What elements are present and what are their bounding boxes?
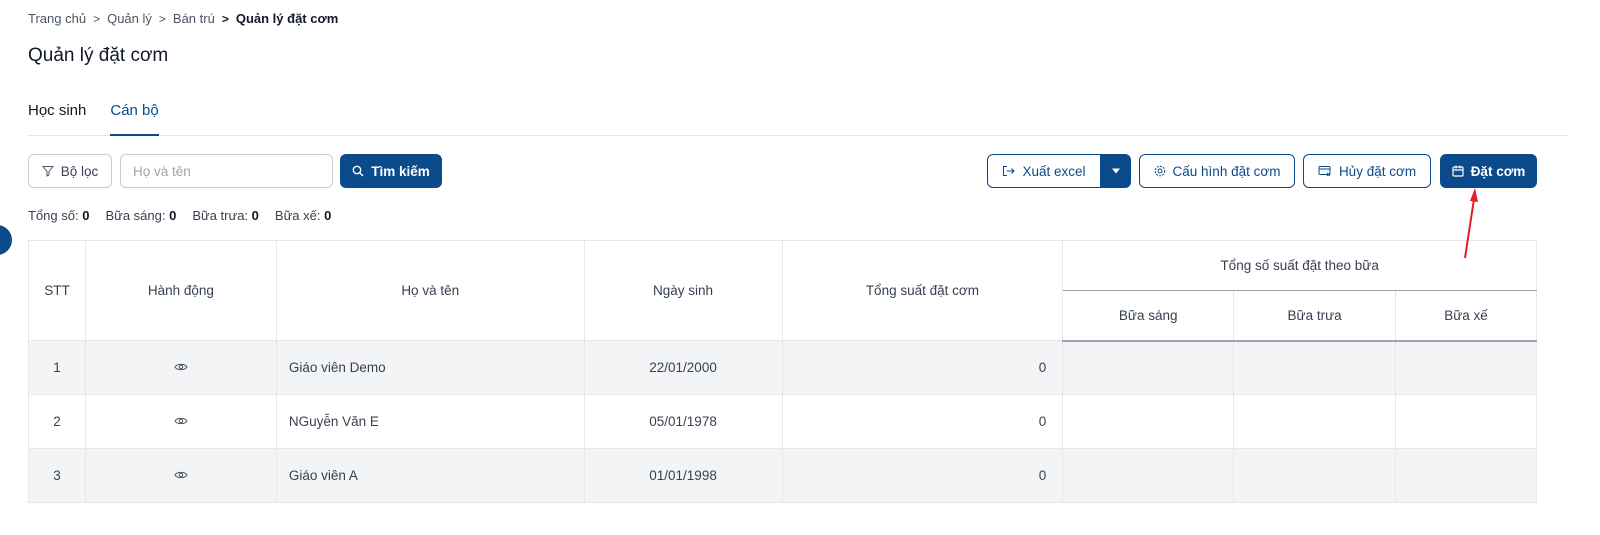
cell-total: 0: [781, 394, 1064, 449]
chevron-right-icon: >: [221, 11, 229, 26]
summary-breakfast: Bữa sáng: 0: [105, 208, 177, 223]
cell-name: NGuyễn Văn E: [275, 394, 585, 449]
header-breakfast: Bữa sáng: [1062, 290, 1235, 342]
cell-snack: [1395, 340, 1537, 395]
cell-stt: 2: [28, 394, 86, 449]
header-stt: STT: [28, 240, 86, 341]
eye-icon[interactable]: [174, 468, 188, 483]
cell-total: 0: [781, 340, 1064, 395]
cancel-order-label: Hủy đặt cơm: [1338, 163, 1417, 179]
header-action: Hành động: [84, 240, 277, 341]
breadcrumb-home[interactable]: Trang chủ: [28, 11, 86, 26]
export-icon: [1003, 166, 1016, 176]
order-meal-button[interactable]: Đặt cơm: [1440, 154, 1537, 188]
name-search-input[interactable]: [120, 154, 333, 188]
tab-staff[interactable]: Cán bộ: [110, 100, 159, 136]
order-meal-label: Đặt cơm: [1470, 163, 1526, 179]
cell-breakfast: [1062, 340, 1235, 395]
cell-lunch: [1233, 394, 1397, 449]
search-label: Tìm kiếm: [371, 163, 430, 179]
cell-action: [84, 448, 277, 503]
summary-total: Tổng số: 0: [28, 208, 90, 223]
search-icon: [352, 165, 364, 177]
cell-breakfast: [1062, 394, 1235, 449]
table-row: 3 Giáo viên A 01/01/1998 0: [28, 448, 1537, 503]
cell-lunch: [1233, 340, 1397, 395]
breadcrumb-current: Quản lý đặt cơm: [235, 11, 339, 26]
filter-icon: [41, 166, 54, 177]
cell-dob: 05/01/1978: [583, 394, 783, 449]
eye-icon[interactable]: [174, 414, 188, 429]
table-row: 1 Giáo viên Demo 22/01/2000 0: [28, 340, 1537, 395]
cancel-order-button[interactable]: Hủy đặt cơm: [1303, 154, 1431, 188]
export-dropdown-toggle[interactable]: [1100, 154, 1131, 188]
cell-stt: 3: [28, 448, 86, 503]
cell-snack: [1395, 448, 1537, 503]
filter-button[interactable]: Bộ lọc: [28, 154, 112, 188]
side-handle[interactable]: [0, 225, 12, 255]
cell-lunch: [1233, 448, 1397, 503]
chevron-right-icon: >: [158, 11, 166, 26]
tab-bar: Học sinh Cán bộ: [28, 100, 1568, 136]
header-snack: Bữa xế: [1395, 290, 1537, 342]
header-per-meal: Tổng số suất đặt theo bữa: [1062, 240, 1537, 291]
cell-dob: 22/01/2000: [583, 340, 783, 395]
cell-action: [84, 394, 277, 449]
cell-action: [84, 340, 277, 395]
summary-bar: Tổng số: 0 Bữa sáng: 0 Bữa trưa: 0 Bữa x…: [28, 208, 347, 223]
caret-down-icon: [1111, 168, 1120, 174]
chevron-right-icon: >: [93, 11, 101, 26]
cell-breakfast: [1062, 448, 1235, 503]
table-row: 2 NGuyễn Văn E 05/01/1978 0: [28, 394, 1537, 449]
eye-icon[interactable]: [174, 360, 188, 375]
cell-snack: [1395, 394, 1537, 449]
tab-students[interactable]: Học sinh: [28, 100, 86, 136]
calendar-icon: [1452, 165, 1464, 177]
cell-dob: 01/01/1998: [583, 448, 783, 503]
cell-name: Giáo viên Demo: [275, 340, 585, 395]
summary-lunch: Bữa trưa: 0: [192, 208, 259, 223]
export-excel-button[interactable]: Xuất excel: [987, 154, 1101, 188]
gear-icon: [1154, 165, 1165, 177]
summary-snack: Bữa xế: 0: [274, 208, 332, 223]
page-title: Quản lý đặt cơm: [28, 45, 169, 66]
meal-config-label: Cấu hình đặt cơm: [1172, 163, 1281, 179]
filter-label: Bộ lọc: [60, 163, 99, 179]
cell-total: 0: [781, 448, 1064, 503]
card-cancel-icon: [1318, 166, 1331, 177]
breadcrumb-manage[interactable]: Quản lý: [107, 11, 152, 26]
cell-name: Giáo viên A: [275, 448, 585, 503]
breadcrumb: Trang chủ > Quản lý > Bán trú > Quản lý …: [28, 11, 338, 26]
header-lunch: Bữa trưa: [1233, 290, 1397, 342]
cell-stt: 1: [28, 340, 86, 395]
header-dob: Ngày sinh: [583, 240, 783, 341]
search-button[interactable]: Tìm kiếm: [340, 154, 442, 188]
breadcrumb-boarding[interactable]: Bán trú: [173, 11, 215, 26]
meal-config-button[interactable]: Cấu hình đặt cơm: [1139, 154, 1295, 188]
header-name: Họ và tên: [275, 240, 585, 341]
meal-order-table: STT Hành động Họ và tên Ngày sinh Tổng s…: [28, 240, 1537, 503]
header-total: Tổng suất đặt cơm: [781, 240, 1064, 341]
export-excel-label: Xuất excel: [1022, 163, 1086, 179]
